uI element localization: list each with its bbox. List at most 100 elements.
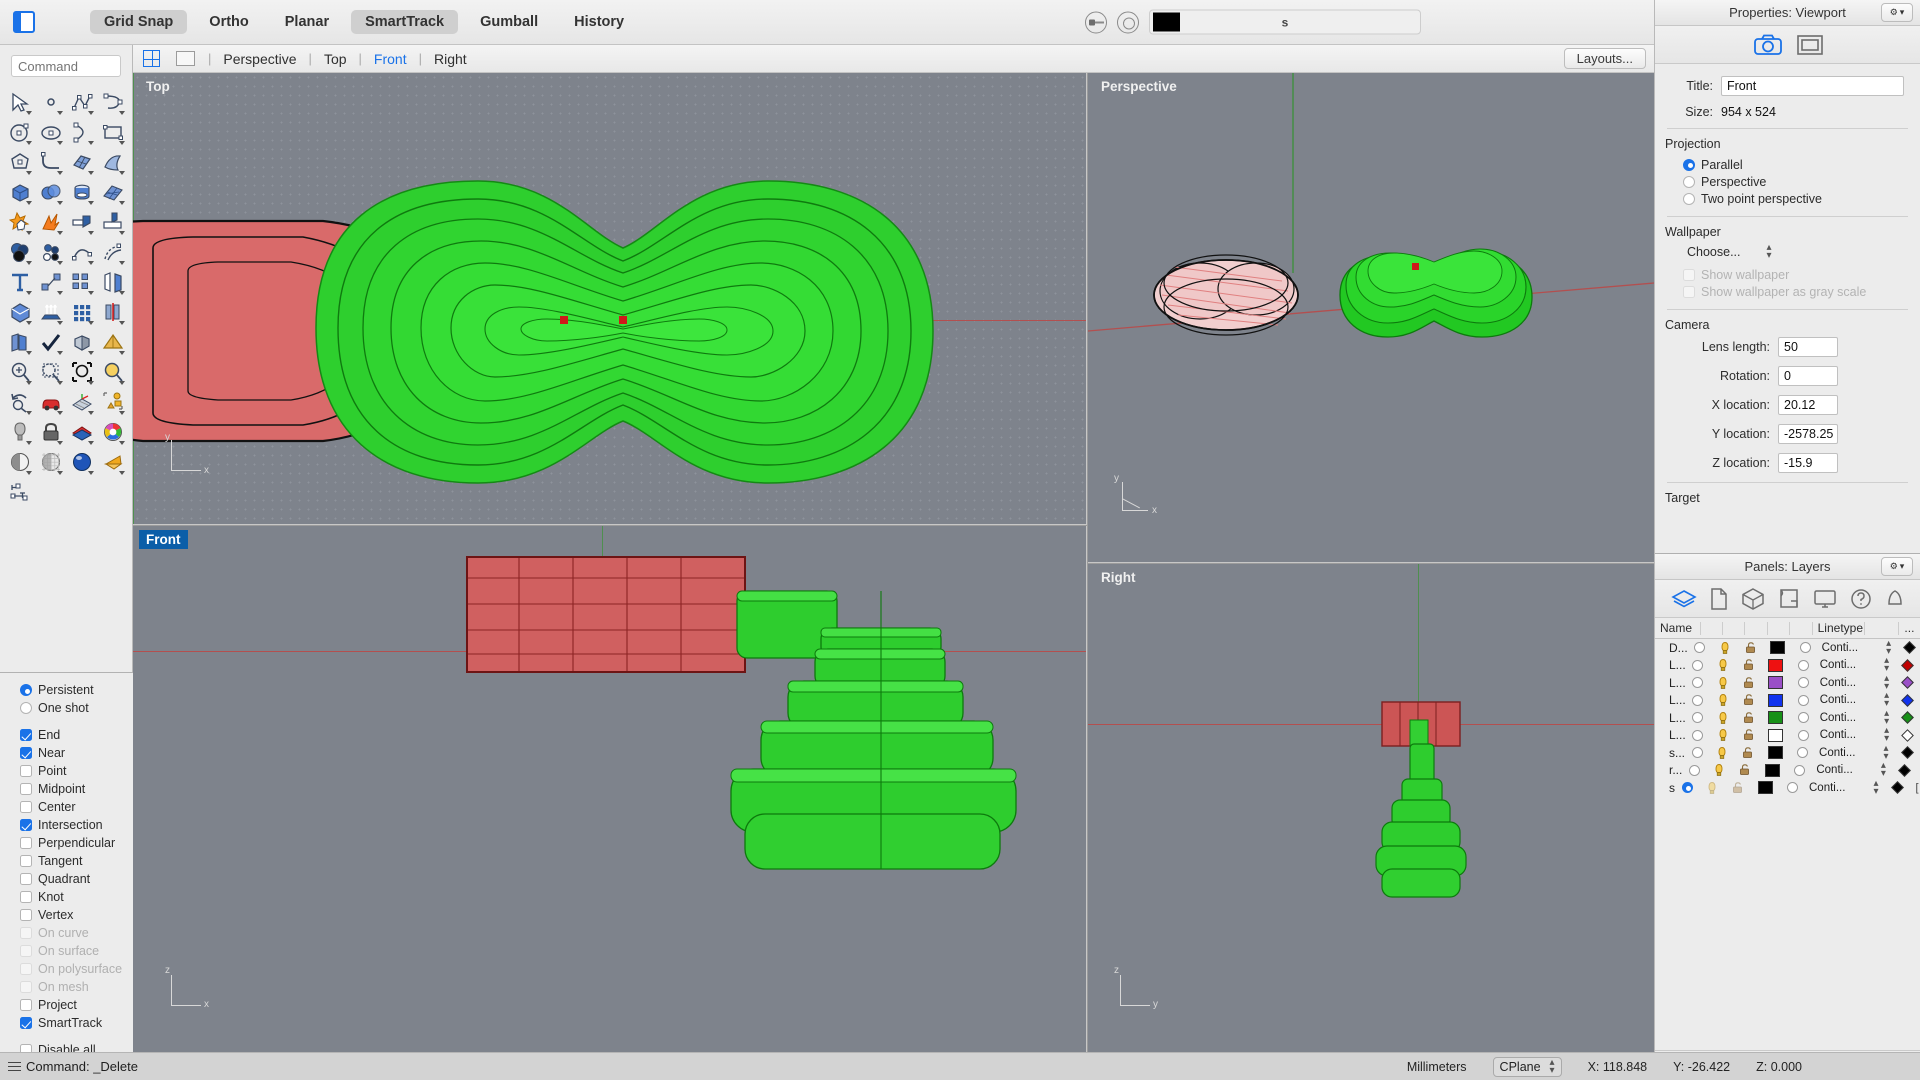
tool-flyout-arrow-icon[interactable]: [57, 141, 63, 145]
layer-linetype[interactable]: Conti...: [1822, 642, 1858, 654]
layer-linetype[interactable]: Conti...: [1809, 782, 1845, 794]
command-input[interactable]: [11, 55, 121, 77]
layer-lock-icon[interactable]: [1742, 676, 1756, 690]
layer-material-icon[interactable]: [1797, 677, 1809, 689]
osnap-knot[interactable]: Knot: [20, 888, 133, 906]
cylinder-icon[interactable]: [66, 177, 97, 207]
layer-current-radio[interactable]: [1692, 712, 1704, 724]
tool-flyout-arrow-icon[interactable]: [26, 201, 32, 205]
fillet-icon[interactable]: [35, 147, 66, 177]
polygon-icon[interactable]: [4, 147, 35, 177]
tool-flyout-arrow-icon[interactable]: [88, 471, 94, 475]
layer-visibility-bulb-icon[interactable]: [1712, 763, 1726, 777]
layer-row[interactable]: L...Conti...▴▾[▴▾: [1655, 673, 1920, 692]
help-icon[interactable]: [1850, 588, 1872, 610]
layer-material-icon[interactable]: [1797, 694, 1809, 706]
layer-print-color-swatch[interactable]: [1901, 676, 1915, 690]
radio-icon[interactable]: [1683, 192, 1695, 205]
tool-flyout-arrow-icon[interactable]: [119, 291, 125, 295]
ghosted-sphere-icon[interactable]: [35, 447, 66, 477]
notifications-bell-icon[interactable]: [1885, 588, 1905, 610]
layer-linetype[interactable]: Conti...: [1820, 677, 1856, 689]
tool-flyout-arrow-icon[interactable]: [119, 261, 125, 265]
layer-lock-icon[interactable]: [1731, 781, 1745, 795]
booleans-icon[interactable]: [4, 237, 35, 267]
camera-field-input[interactable]: 0: [1778, 366, 1838, 386]
current-layer-field[interactable]: s: [1149, 9, 1421, 35]
layer-lock-icon[interactable]: [1742, 728, 1756, 742]
layer-row[interactable]: r...Conti...▴▾[▴▾: [1655, 761, 1920, 780]
tool-flyout-arrow-icon[interactable]: [26, 291, 32, 295]
circle-icon[interactable]: [4, 117, 35, 147]
polyline-icon[interactable]: [66, 87, 97, 117]
layer-visibility-bulb-icon[interactable]: [1716, 676, 1730, 690]
viewport-front[interactable]: Front z x: [133, 526, 1087, 1053]
tool-flyout-arrow-icon[interactable]: [57, 171, 63, 175]
osnap-intersection[interactable]: Intersection: [20, 816, 133, 834]
solid-box-icon[interactable]: [4, 297, 35, 327]
layer-color-swatch[interactable]: [1768, 728, 1784, 742]
layer-print-color-swatch[interactable]: [1901, 693, 1915, 707]
lock-icon[interactable]: [35, 417, 66, 447]
camera-icon[interactable]: [1753, 34, 1783, 56]
array-icon[interactable]: [66, 267, 97, 297]
viewport-tab-top[interactable]: Top: [321, 51, 350, 67]
zoom-extents-icon[interactable]: [4, 357, 35, 387]
layer-row[interactable]: L...Conti...▴▾[▴▾: [1655, 656, 1920, 675]
tool-flyout-arrow-icon[interactable]: [88, 141, 94, 145]
color-wheel-icon[interactable]: [97, 417, 128, 447]
layer-material-icon[interactable]: [1797, 747, 1809, 759]
wallpaper-choose-select[interactable]: Choose... ▴ ▾: [1687, 243, 1910, 261]
layer-material-icon[interactable]: [1799, 642, 1811, 654]
viewport-label-front[interactable]: Front: [139, 530, 188, 549]
layer-lock-icon[interactable]: [1738, 763, 1752, 777]
tool-flyout-arrow-icon[interactable]: [26, 111, 32, 115]
layer-lock-icon[interactable]: [1742, 658, 1756, 672]
single-view-layout-icon[interactable]: [176, 51, 195, 66]
layer-linetype[interactable]: Conti...: [1819, 747, 1855, 759]
layer-color-swatch[interactable]: [1757, 781, 1773, 795]
camera-field-input[interactable]: -15.9: [1778, 453, 1838, 473]
projection-two-point-perspective[interactable]: Two point perspective: [1683, 190, 1910, 207]
ellipse-icon[interactable]: [35, 117, 66, 147]
tool-flyout-arrow-icon[interactable]: [57, 291, 63, 295]
boolean-star-icon[interactable]: [4, 207, 35, 237]
tool-flyout-arrow-icon[interactable]: [88, 411, 94, 415]
tool-flyout-arrow-icon[interactable]: [57, 471, 63, 475]
mode-toggle-gumball[interactable]: Gumball: [466, 10, 552, 34]
layer-current-radio[interactable]: [1692, 729, 1704, 741]
tool-flyout-arrow-icon[interactable]: [26, 321, 32, 325]
tool-flyout-arrow-icon[interactable]: [26, 381, 32, 385]
object-cube-icon[interactable]: [1741, 587, 1765, 610]
layer-name[interactable]: s...: [1655, 746, 1685, 760]
layer-linetype[interactable]: Conti...: [1816, 764, 1852, 776]
group-icon[interactable]: [35, 267, 66, 297]
display-icon[interactable]: [1813, 588, 1837, 610]
tool-flyout-arrow-icon[interactable]: [88, 231, 94, 235]
osnap-perpendicular[interactable]: Perpendicular: [20, 834, 133, 852]
pyramid-icon[interactable]: [97, 327, 128, 357]
layer-linetype[interactable]: Conti...: [1820, 729, 1856, 741]
layer-name[interactable]: L...: [1655, 676, 1686, 690]
chevron-updown-icon[interactable]: ▴ ▾: [1884, 691, 1889, 709]
layer-print-color-swatch[interactable]: [1897, 763, 1911, 777]
osnap-mode-persistent[interactable]: Persistent: [20, 681, 133, 699]
layer-lock-icon[interactable]: [1744, 641, 1758, 655]
layer-visibility-bulb-icon[interactable]: [1716, 711, 1730, 725]
layer-color-swatch[interactable]: [1767, 746, 1783, 760]
layer-print-color-swatch[interactable]: [1900, 746, 1914, 760]
camera-field-input[interactable]: 20.12: [1778, 395, 1838, 415]
properties-gear-button[interactable]: ⚙ ▾: [1881, 3, 1913, 22]
tool-flyout-arrow-icon[interactable]: [88, 171, 94, 175]
check-icon[interactable]: [35, 327, 66, 357]
sphere-union-icon[interactable]: [35, 177, 66, 207]
checkbox-icon[interactable]: [20, 783, 32, 795]
projection-parallel[interactable]: Parallel: [1683, 156, 1910, 173]
radio-icon[interactable]: [20, 684, 32, 696]
column-header-more[interactable]: ...: [1899, 621, 1920, 635]
chevron-updown-icon[interactable]: ▴ ▾: [1884, 726, 1889, 744]
checkbox-icon[interactable]: [20, 999, 32, 1011]
shade-sphere-icon[interactable]: [4, 447, 35, 477]
chevron-updown-icon[interactable]: ▴ ▾: [1886, 638, 1891, 656]
osnap-midpoint[interactable]: Midpoint: [20, 780, 133, 798]
